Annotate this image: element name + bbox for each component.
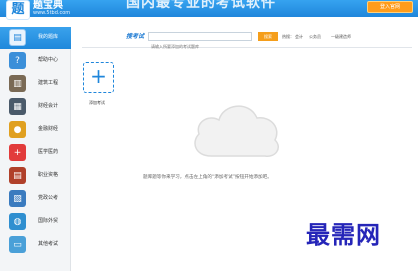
sidebar-item-label: 金融财经 xyxy=(38,126,59,132)
sidebar-item-label: 财经会计 xyxy=(38,103,59,109)
hot-link-constructor[interactable]: 一级建造师 xyxy=(331,34,351,39)
finance-icon: ▦ xyxy=(9,98,26,115)
sidebar-item-9[interactable]: ◍ 国际外贸 xyxy=(0,211,71,233)
empty-state-message: 题库题等你来学习，点击左上角的“添加考试”按钮开始添加吧。 xyxy=(143,175,272,180)
sidebar-item-label: 职业资格 xyxy=(38,172,59,178)
sidebar-item-1[interactable]: ▤ 我的题库 xyxy=(0,27,71,49)
sidebar-item-10[interactable]: ▭ 其他考试 xyxy=(0,234,71,256)
watermark-text: 最需网 xyxy=(306,221,381,249)
app-window: 题 题宝典 www.5tbd.com 国内最专业的考试软件 登入官网 ▤ 我的题库… xyxy=(0,0,418,271)
medical-cross-icon: + xyxy=(9,144,26,161)
sidebar-item-2[interactable]: ? 帮助中心 xyxy=(0,50,71,72)
sidebar-item-7[interactable]: ▤ 职业资格 xyxy=(0,165,71,187)
hot-link-accounting[interactable]: 会计 xyxy=(295,34,303,39)
empty-cloud-icon xyxy=(194,105,279,157)
sidebar-item-label: 建筑工程 xyxy=(38,80,59,86)
globe-coin-icon: ● xyxy=(9,121,26,138)
sidebar-item-4[interactable]: ▦ 财经会计 xyxy=(0,96,71,118)
sidebar-item-label: 党政公考 xyxy=(38,195,59,201)
sidebar-item-5[interactable]: ● 金融财经 xyxy=(0,119,71,141)
add-exam-button[interactable]: + xyxy=(83,62,114,93)
hot-link-civil-servant[interactable]: 公务员 xyxy=(309,34,321,39)
logo-url: www.5tbd.com xyxy=(33,10,71,16)
hot-search-label: 热搜： xyxy=(282,34,294,39)
building-icon: ▥ xyxy=(9,75,26,92)
search-title: 搜考试 xyxy=(126,33,145,40)
sidebar-item-8[interactable]: ▧ 党政公考 xyxy=(0,188,71,210)
search-button[interactable]: 搜索 xyxy=(258,32,278,41)
book-icon: ▤ xyxy=(9,29,26,46)
search-bar: 搜考试 搜索 热搜： 会计 公务员 一级建造师 xyxy=(82,28,412,50)
login-website-button[interactable]: 登入官网 xyxy=(367,1,413,13)
sidebar-item-label: 医学医药 xyxy=(38,149,59,155)
sidebar: ▤ 我的题库? 帮助中心 ▥ 建筑工程 ▦ 财经会计 ● 金融财经 + 医学医药 ▤ 职业资格 ▧ 党政公考… xyxy=(0,27,71,271)
search-input-box[interactable] xyxy=(148,32,252,50)
sidebar-item-label: 帮助中心 xyxy=(38,57,59,63)
books-icon: ▤ xyxy=(9,167,26,184)
sidebar-item-label: 其他考试 xyxy=(38,241,59,247)
sidebar-item-label: 国际外贸 xyxy=(38,218,59,224)
header-slogan: 国内最专业的考试软件 xyxy=(126,0,276,11)
help-icon: ? xyxy=(9,52,26,69)
search-input[interactable] xyxy=(149,43,251,50)
add-exam-label: 添加考试 xyxy=(89,100,105,105)
folder-icon: ▭ xyxy=(9,236,26,253)
sidebar-item-3[interactable]: ▥ 建筑工程 xyxy=(0,73,71,95)
document-icon: ▧ xyxy=(9,190,26,207)
globe-icon: ◍ xyxy=(9,213,26,230)
sidebar-item-label: 我的题库 xyxy=(38,34,59,40)
logo-icon: 题 xyxy=(6,0,30,20)
sidebar-item-6[interactable]: + 医学医药 xyxy=(0,142,71,164)
header-bar: 题 题宝典 www.5tbd.com 国内最专业的考试软件 登入官网 xyxy=(0,0,418,20)
